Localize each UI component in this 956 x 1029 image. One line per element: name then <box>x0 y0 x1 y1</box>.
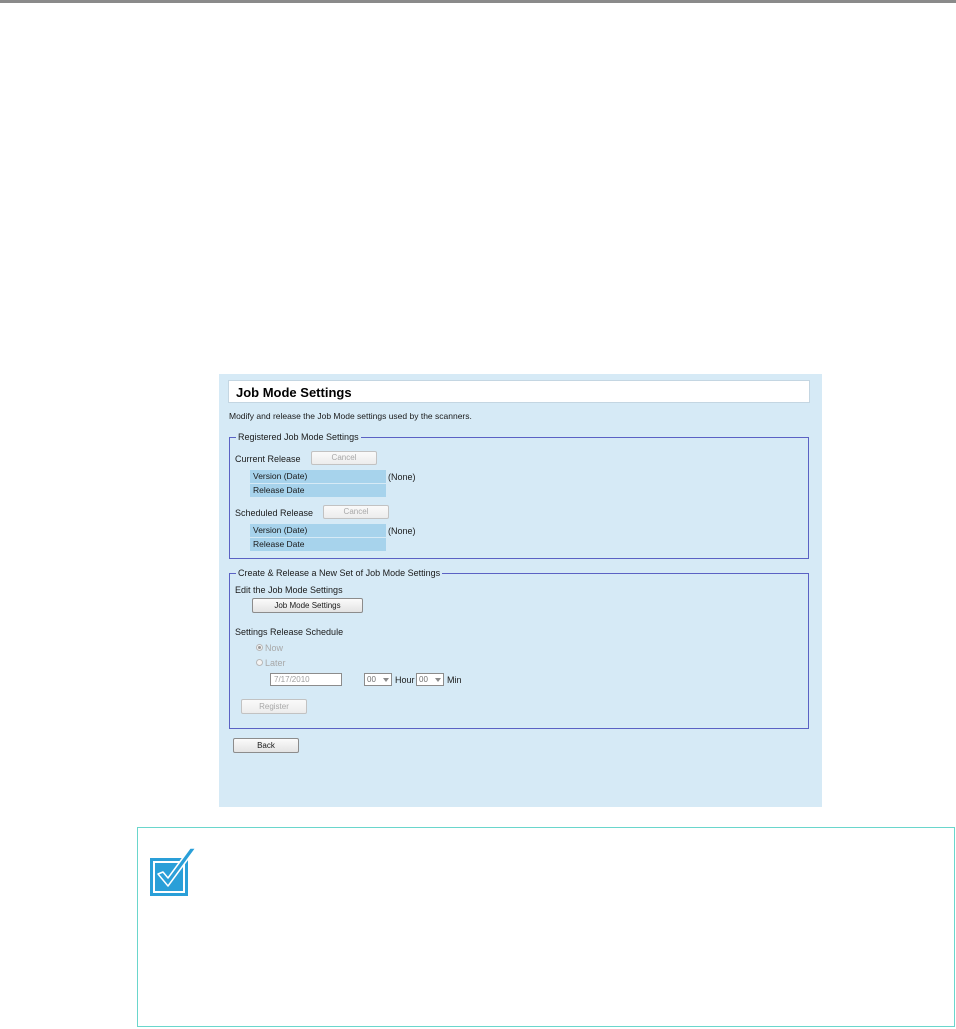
release-later-label: Later <box>265 658 286 668</box>
current-release-cancel-button[interactable]: Cancel <box>311 451 377 465</box>
minute-select[interactable]: 00 <box>416 673 444 686</box>
current-version-value: (None) <box>388 472 416 482</box>
chevron-down-icon <box>435 678 441 682</box>
scheduled-release-cancel-button[interactable]: Cancel <box>323 505 389 519</box>
hour-select-value: 00 <box>367 675 376 684</box>
release-now-label: Now <box>265 643 284 653</box>
scheduled-release-label: Scheduled Release <box>235 508 314 518</box>
release-date-input[interactable]: 7/17/2010 <box>270 673 342 686</box>
page-description: Modify and release the Job Mode settings… <box>229 411 472 421</box>
minute-label: Min <box>447 675 462 685</box>
current-release-label: Current Release <box>235 454 301 464</box>
note-box <box>137 827 955 1027</box>
release-schedule-label: Settings Release Schedule <box>235 627 344 637</box>
job-mode-settings-screen: Job Mode Settings Modify and release the… <box>219 374 822 807</box>
back-button[interactable]: Back <box>233 738 299 753</box>
checkmark-icon <box>150 847 197 896</box>
minute-select-value: 00 <box>419 675 428 684</box>
top-rule <box>0 0 956 3</box>
hour-label: Hour <box>395 675 415 685</box>
page-title: Job Mode Settings <box>236 385 352 400</box>
page-title-box: Job Mode Settings <box>228 380 810 403</box>
registered-settings-legend: Registered Job Mode Settings <box>238 432 359 442</box>
release-now-radio[interactable] <box>256 644 263 651</box>
scheduled-release-date-label: Release Date <box>250 538 386 551</box>
current-version-label: Version (Date) <box>250 470 386 483</box>
scheduled-version-value: (None) <box>388 526 416 536</box>
current-release-date-label: Release Date <box>250 484 386 497</box>
edit-settings-label: Edit the Job Mode Settings <box>235 585 343 595</box>
create-release-legend: Create & Release a New Set of Job Mode S… <box>238 568 441 578</box>
chevron-down-icon <box>383 678 389 682</box>
release-later-radio[interactable] <box>256 659 263 666</box>
hour-select[interactable]: 00 <box>364 673 392 686</box>
job-mode-settings-button[interactable]: Job Mode Settings <box>252 598 363 613</box>
scheduled-version-label: Version (Date) <box>250 524 386 537</box>
register-button[interactable]: Register <box>241 699 307 714</box>
